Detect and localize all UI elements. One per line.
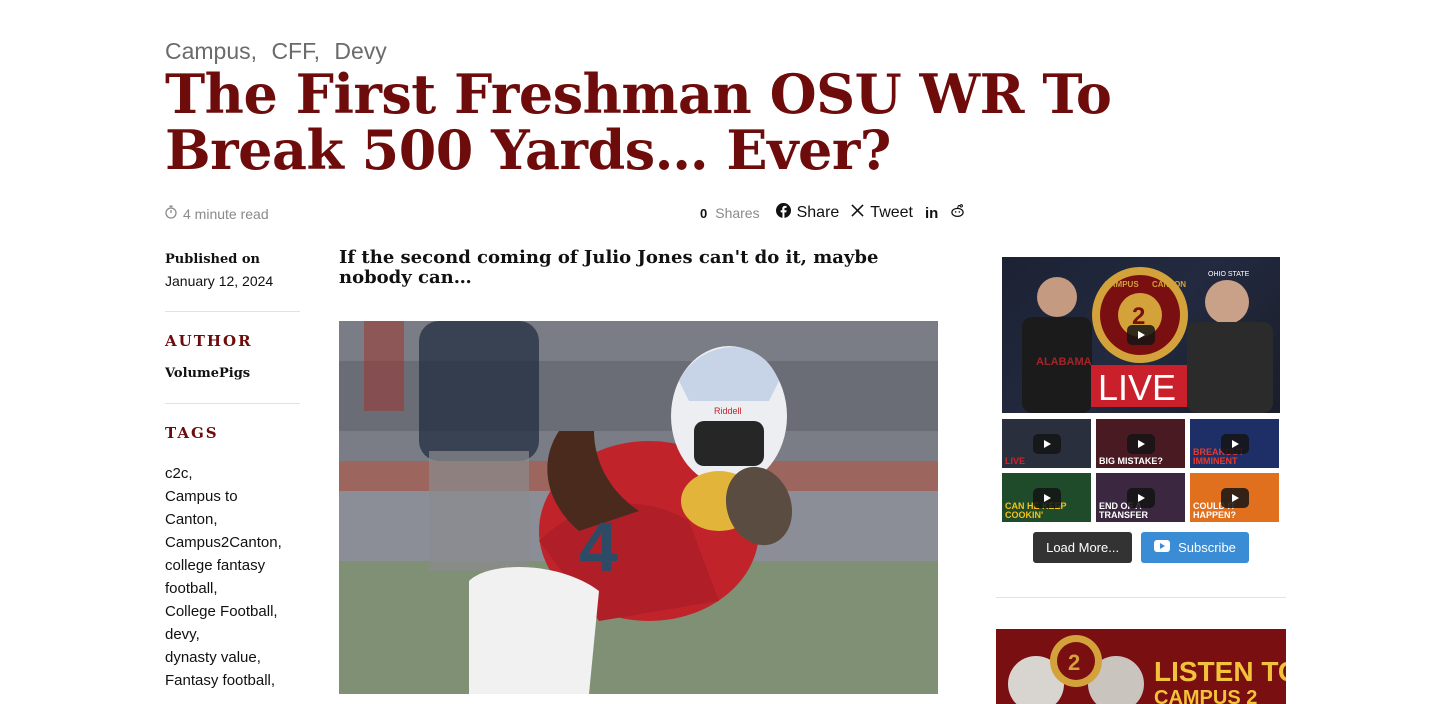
- youtube-actions: Load More... Subscribe: [1002, 532, 1280, 563]
- youtube-widget: ALABAMA OHIO STATE 2 CAMPUS CANTON LIVE …: [1002, 257, 1280, 563]
- facebook-icon: [775, 203, 791, 223]
- play-icon: [1220, 487, 1249, 508]
- podcast-banner[interactable]: 2 LISTEN TO CAMPUS 2: [996, 629, 1286, 704]
- category-link-cff[interactable]: CFF,: [271, 38, 320, 64]
- tag-link[interactable]: dynasty value,: [165, 646, 300, 669]
- banner-text-line1: LISTEN TO: [1154, 656, 1286, 687]
- tag-link[interactable]: Campus to: [165, 485, 300, 508]
- tag-link[interactable]: c2c,: [165, 462, 300, 485]
- video-thumbnail[interactable]: BREAKOUT IMMINENT: [1190, 419, 1279, 468]
- featured-video-thumbnail[interactable]: ALABAMA OHIO STATE 2 CAMPUS CANTON LIVE: [1002, 257, 1280, 413]
- x-tweet-button[interactable]: Tweet: [851, 204, 913, 222]
- video-thumbnail[interactable]: END OF A TRANSFER PORTAL RANKINGS: [1096, 473, 1185, 522]
- facebook-share-label: Share: [796, 204, 840, 221]
- divider: [165, 403, 300, 404]
- subscribe-label: Subscribe: [1178, 540, 1236, 555]
- tags-heading: TAGS: [165, 424, 219, 442]
- video-thumbnail[interactable]: CAN HE KEEP COOKIN': [1002, 473, 1091, 522]
- post-info-sidebar: Published on January 12, 2024 AUTHOR Vol…: [165, 252, 300, 692]
- read-time: 4 minute read: [165, 205, 269, 222]
- load-more-button[interactable]: Load More...: [1033, 532, 1133, 563]
- reddit-share-button[interactable]: [950, 203, 965, 223]
- youtube-icon: [1154, 540, 1171, 555]
- tag-link[interactable]: devy,: [165, 623, 300, 646]
- category-list: Campus, CFF, Devy: [165, 38, 395, 65]
- linkedin-icon: in: [924, 204, 939, 222]
- stopwatch-icon: [165, 205, 177, 222]
- play-icon: [1126, 433, 1155, 454]
- video-thumbnail[interactable]: LIVE: [1002, 419, 1091, 468]
- play-icon: [1126, 487, 1155, 508]
- logo-text-bottom: CANTON: [1152, 280, 1186, 289]
- share-bar: 0 Shares Share Tweet in: [700, 203, 969, 223]
- article-subtitle: If the second coming of Julio Jones can'…: [339, 247, 879, 288]
- right-team-label: OHIO STATE: [1208, 271, 1250, 278]
- video-thumbnail-caption: LIVE: [1005, 457, 1026, 466]
- subscribe-button[interactable]: Subscribe: [1141, 532, 1249, 563]
- published-label: Published on: [165, 252, 260, 267]
- hero-image: Riddell 4: [339, 321, 938, 694]
- tag-link[interactable]: College Football,: [165, 600, 300, 623]
- share-count-label: Shares: [715, 205, 760, 221]
- banner-logo-number: 2: [1068, 650, 1080, 675]
- divider: [165, 311, 300, 312]
- play-icon: [1032, 433, 1061, 454]
- left-team-label: ALABAMA: [1036, 356, 1092, 368]
- play-icon: [1127, 325, 1155, 345]
- tag-link[interactable]: football,: [165, 577, 300, 600]
- facebook-share-button[interactable]: Share: [775, 203, 840, 223]
- video-thumbnail[interactable]: BIG MISTAKE?: [1096, 419, 1185, 468]
- live-label: LIVE: [1098, 367, 1176, 408]
- published-date: January 12, 2024: [165, 273, 274, 289]
- article-title: The First Freshman OSU WR To Break 500 Y…: [165, 62, 1112, 182]
- tag-link[interactable]: Canton,: [165, 508, 300, 531]
- tag-link[interactable]: college fantasy: [165, 554, 300, 577]
- helmet-brand: Riddell: [714, 406, 742, 416]
- share-count: 0: [700, 205, 708, 221]
- author-link[interactable]: VolumePigs: [165, 366, 300, 381]
- tag-list: c2c, Campus to Canton, Campus2Canton, co…: [165, 462, 300, 692]
- reddit-icon: [950, 203, 965, 223]
- video-thumbnail[interactable]: COULD IT HAPPEN?: [1190, 473, 1279, 522]
- video-thumbnail-caption: BIG MISTAKE?: [1099, 457, 1163, 466]
- play-icon: [1220, 433, 1249, 454]
- tag-link[interactable]: Campus2Canton,: [165, 531, 300, 554]
- tweet-label: Tweet: [870, 204, 913, 221]
- author-heading: AUTHOR: [165, 332, 253, 350]
- read-time-label: 4 minute read: [183, 205, 269, 222]
- category-link-campus[interactable]: Campus,: [165, 38, 257, 64]
- tag-link[interactable]: Fantasy football,: [165, 669, 300, 692]
- logo-text-top: CAMPUS: [1104, 280, 1139, 289]
- x-icon: [851, 204, 864, 222]
- sidebar-divider: [996, 597, 1286, 598]
- video-thumbnail-grid: LIVE BIG MISTAKE? BREAKOUT IMMINENT CAN HE …: [1002, 419, 1280, 522]
- jersey-number: 4: [579, 508, 618, 586]
- play-icon: [1032, 487, 1061, 508]
- banner-text-line2: CAMPUS 2: [1154, 687, 1257, 704]
- linkedin-share-button[interactable]: in: [925, 205, 938, 222]
- category-link-devy[interactable]: Devy: [334, 38, 386, 64]
